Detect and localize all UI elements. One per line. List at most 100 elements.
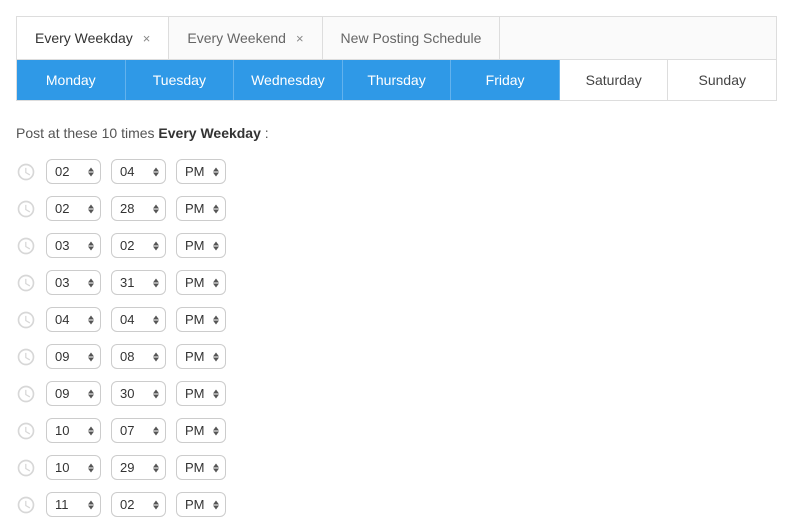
- hour-select-value: 02: [55, 201, 69, 216]
- time-row: 09 08 PM: [16, 344, 793, 369]
- stepper-icon: [213, 204, 219, 213]
- stepper-icon: [88, 167, 94, 176]
- time-row: 10 29 PM: [16, 455, 793, 480]
- day-friday[interactable]: Friday: [451, 60, 560, 100]
- stepper-icon: [213, 463, 219, 472]
- stepper-icon: [88, 241, 94, 250]
- hour-select[interactable]: 10: [46, 455, 101, 480]
- clock-icon: [16, 162, 36, 182]
- ampm-select[interactable]: PM: [176, 159, 226, 184]
- minute-select[interactable]: 04: [111, 159, 166, 184]
- stepper-icon: [153, 500, 159, 509]
- stepper-icon: [213, 352, 219, 361]
- day-sunday[interactable]: Sunday: [668, 60, 776, 100]
- time-row: 09 30 PM: [16, 381, 793, 406]
- stepper-icon: [153, 167, 159, 176]
- minute-select[interactable]: 07: [111, 418, 166, 443]
- clock-icon: [16, 310, 36, 330]
- hour-select-value: 09: [55, 349, 69, 364]
- minute-select[interactable]: 08: [111, 344, 166, 369]
- minute-select[interactable]: 28: [111, 196, 166, 221]
- clock-icon: [16, 495, 36, 515]
- heading-suffix: :: [261, 125, 269, 141]
- ampm-select[interactable]: PM: [176, 492, 226, 517]
- minute-select[interactable]: 29: [111, 455, 166, 480]
- tab-label: Every Weekend: [187, 30, 286, 46]
- hour-select-value: 03: [55, 238, 69, 253]
- hour-select-value: 11: [55, 497, 69, 512]
- close-icon[interactable]: ×: [296, 31, 304, 46]
- stepper-icon: [213, 278, 219, 287]
- stepper-icon: [153, 315, 159, 324]
- ampm-select[interactable]: PM: [176, 307, 226, 332]
- day-wednesday[interactable]: Wednesday: [234, 60, 343, 100]
- hour-select[interactable]: 09: [46, 344, 101, 369]
- tab-new-posting-schedule[interactable]: New Posting Schedule: [323, 17, 501, 59]
- minute-select[interactable]: 04: [111, 307, 166, 332]
- minute-select-value: 04: [120, 312, 134, 327]
- tab-label: Every Weekday: [35, 30, 133, 46]
- ampm-select[interactable]: PM: [176, 196, 226, 221]
- minute-select[interactable]: 02: [111, 492, 166, 517]
- minute-select-value: 30: [120, 386, 134, 401]
- ampm-select-value: PM: [185, 312, 205, 327]
- hour-select[interactable]: 10: [46, 418, 101, 443]
- stepper-icon: [153, 389, 159, 398]
- ampm-select[interactable]: PM: [176, 381, 226, 406]
- ampm-select[interactable]: PM: [176, 233, 226, 258]
- stepper-icon: [88, 278, 94, 287]
- close-icon[interactable]: ×: [143, 31, 151, 46]
- ampm-select-value: PM: [185, 238, 205, 253]
- heading-prefix: Post at these 10 times: [16, 125, 158, 141]
- day-thursday[interactable]: Thursday: [343, 60, 452, 100]
- hour-select[interactable]: 03: [46, 233, 101, 258]
- tab-every-weekend[interactable]: Every Weekend ×: [169, 17, 322, 59]
- hour-select[interactable]: 02: [46, 159, 101, 184]
- ampm-select[interactable]: PM: [176, 418, 226, 443]
- stepper-icon: [88, 463, 94, 472]
- time-row: 11 02 PM: [16, 492, 793, 517]
- schedule-tabs: Every Weekday × Every Weekend × New Posting …: [16, 16, 777, 60]
- ampm-select[interactable]: PM: [176, 270, 226, 295]
- ampm-select-value: PM: [185, 423, 205, 438]
- stepper-icon: [213, 500, 219, 509]
- time-row: 04 04 PM: [16, 307, 793, 332]
- ampm-select[interactable]: PM: [176, 455, 226, 480]
- minute-select-value: 29: [120, 460, 134, 475]
- time-row: 02 28 PM: [16, 196, 793, 221]
- stepper-icon: [213, 389, 219, 398]
- tab-every-weekday[interactable]: Every Weekday ×: [17, 17, 169, 59]
- hour-select[interactable]: 11: [46, 492, 101, 517]
- minute-select-value: 07: [120, 423, 134, 438]
- heading-bold: Every Weekday: [158, 125, 260, 141]
- stepper-icon: [213, 167, 219, 176]
- time-row: 10 07 PM: [16, 418, 793, 443]
- ampm-select-value: PM: [185, 164, 205, 179]
- minute-select[interactable]: 30: [111, 381, 166, 406]
- hour-select[interactable]: 02: [46, 196, 101, 221]
- day-saturday[interactable]: Saturday: [560, 60, 669, 100]
- ampm-select-value: PM: [185, 460, 205, 475]
- minute-select[interactable]: 31: [111, 270, 166, 295]
- hour-select-value: 10: [55, 423, 69, 438]
- clock-icon: [16, 347, 36, 367]
- stepper-icon: [153, 352, 159, 361]
- clock-icon: [16, 384, 36, 404]
- minute-select-value: 31: [120, 275, 134, 290]
- stepper-icon: [213, 241, 219, 250]
- hour-select[interactable]: 09: [46, 381, 101, 406]
- ampm-select[interactable]: PM: [176, 344, 226, 369]
- day-tuesday[interactable]: Tuesday: [126, 60, 235, 100]
- time-row: 03 31 PM: [16, 270, 793, 295]
- clock-icon: [16, 273, 36, 293]
- stepper-icon: [88, 500, 94, 509]
- minute-select[interactable]: 02: [111, 233, 166, 258]
- time-rows: 02 04 PM 02 28 PM 03 02 PM 03 31 PM 04 04 PM 09 08 PM 09 30…: [16, 159, 793, 517]
- hour-select[interactable]: 03: [46, 270, 101, 295]
- time-row: 03 02 PM: [16, 233, 793, 258]
- ampm-select-value: PM: [185, 275, 205, 290]
- ampm-select-value: PM: [185, 497, 205, 512]
- day-monday[interactable]: Monday: [17, 60, 126, 100]
- stepper-icon: [213, 315, 219, 324]
- hour-select[interactable]: 04: [46, 307, 101, 332]
